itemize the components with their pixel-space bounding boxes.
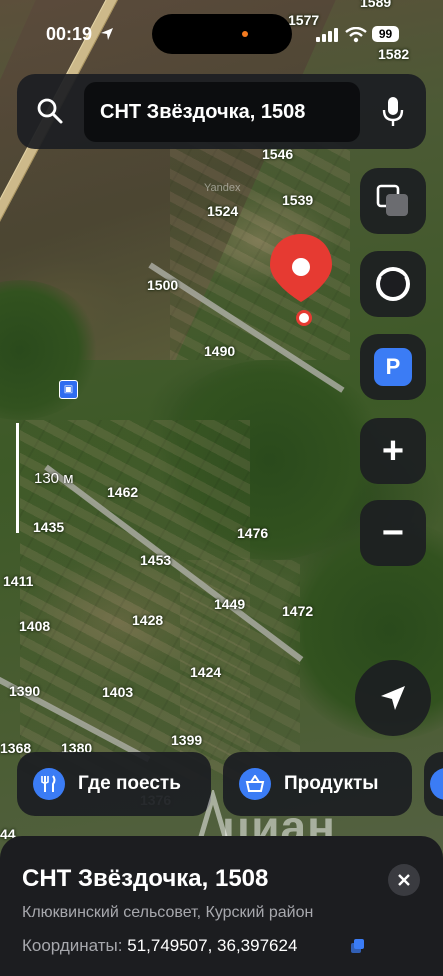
plus-icon: + xyxy=(381,430,405,472)
place-coordinates[interactable]: Координаты: 51,749507, 36,397624 xyxy=(22,936,297,956)
house-number: 1449 xyxy=(214,596,246,612)
battery-indicator: 99 xyxy=(372,26,399,42)
alice-button[interactable] xyxy=(360,251,426,317)
house-number: 1490 xyxy=(204,343,236,359)
house-number: 1577 xyxy=(288,12,320,28)
wifi-icon xyxy=(345,27,367,43)
my-location-button[interactable] xyxy=(355,660,431,736)
house-number: 1589 xyxy=(360,0,392,10)
status-time: 00:19 xyxy=(46,24,93,44)
house-number: 1424 xyxy=(190,664,222,680)
garden-plots xyxy=(180,560,300,760)
house-number: 1524 xyxy=(207,203,239,219)
house-number: 1399 xyxy=(171,732,203,748)
house-number: 1453 xyxy=(140,552,172,568)
cellular-signal-icon xyxy=(316,28,338,42)
fork-knife-icon xyxy=(33,768,65,800)
close-button[interactable] xyxy=(388,864,420,896)
house-number: 1462 xyxy=(107,484,139,500)
house-number: 1390 xyxy=(9,683,41,699)
location-pin-icon[interactable] xyxy=(268,232,334,304)
chip-more[interactable] xyxy=(424,752,443,816)
chip-where-to-eat[interactable]: Где поесть xyxy=(17,752,211,816)
navigation-arrow-icon xyxy=(381,686,405,710)
place-title: СНТ Звёздочка, 1508 xyxy=(22,865,269,892)
house-number: 1472 xyxy=(282,603,314,619)
location-arrow-icon xyxy=(101,28,113,40)
dynamic-island xyxy=(152,14,292,54)
coordinates-value: 51,749507, 36,397624 xyxy=(127,936,298,955)
layers-icon xyxy=(376,184,408,216)
copy-icon[interactable] xyxy=(350,938,366,954)
house-number: 1582 xyxy=(378,46,410,62)
map-watermark: Yandex xyxy=(204,182,241,194)
house-number: 1500 xyxy=(147,277,179,293)
alice-icon xyxy=(376,267,410,301)
house-number: 1428 xyxy=(132,612,164,628)
place-subtitle: Клюквинский сельсовет, Курский район xyxy=(22,904,314,921)
zoom-in-button[interactable]: + xyxy=(360,418,426,484)
zoom-out-button[interactable]: − xyxy=(360,500,426,566)
microphone-icon[interactable] xyxy=(382,96,404,128)
scale-bar xyxy=(16,423,19,533)
chip-label: Где поесть xyxy=(78,773,181,794)
minus-icon: − xyxy=(381,512,405,554)
pin-anchor-dot xyxy=(296,310,312,326)
house-number: 1403 xyxy=(102,684,134,700)
scale-label: 130 м xyxy=(34,470,74,487)
search-input[interactable]: СНТ Звёздочка, 1508 xyxy=(84,82,360,142)
recording-indicator xyxy=(242,31,248,37)
house-number: 1408 xyxy=(19,618,51,634)
parking-button[interactable]: P xyxy=(360,334,426,400)
close-icon xyxy=(398,874,410,886)
parking-icon: P xyxy=(374,348,412,386)
basket-icon xyxy=(239,768,271,800)
chip-label: Продукты xyxy=(284,773,379,794)
house-number: 1435 xyxy=(33,519,65,535)
bus-stop-icon[interactable]: ▣ xyxy=(59,380,78,399)
house-number: 1411 xyxy=(3,573,34,589)
house-number: 1476 xyxy=(237,525,269,541)
coordinates-label: Координаты: xyxy=(22,936,123,955)
category-icon xyxy=(430,768,443,800)
layers-button[interactable] xyxy=(360,168,426,234)
house-number: 1539 xyxy=(282,192,314,208)
search-icon[interactable] xyxy=(36,97,64,125)
